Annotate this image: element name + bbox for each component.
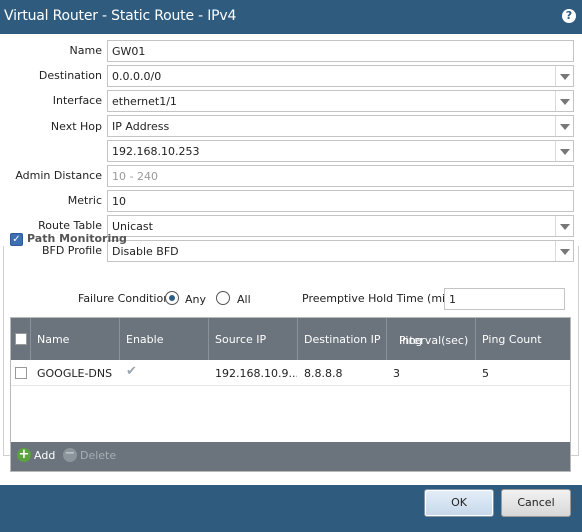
route-table-label: Route Table [38,219,102,232]
dialog-title: Virtual Router - Static Route - IPv4 [4,8,237,24]
failure-condition-label: Failure Condition [78,292,171,305]
chevron-down-icon[interactable] [555,141,573,161]
chevron-down-icon[interactable] [555,66,573,86]
next-hop-type-value: IP Address [112,120,170,133]
add-icon[interactable]: + [17,448,31,462]
row-ping-interval: 3 [393,367,400,380]
help-icon[interactable]: ? [562,9,576,23]
path-monitor-table: Name Enable Source IP Destination IP Pin… [10,317,571,472]
radio-any-label[interactable]: Any [185,293,206,306]
interface-label: Interface [52,94,102,107]
enable-check-icon: ✔ [126,364,137,379]
select-all-checkbox[interactable] [15,333,27,345]
path-monitoring-title: Path Monitoring [27,232,127,245]
row-select-checkbox[interactable] [15,367,27,379]
column-source-ip[interactable]: Source IP [209,318,298,360]
metric-label: Metric [67,194,102,207]
name-field[interactable]: GW01 [107,40,574,62]
delete-button: Delete [80,449,117,462]
add-button[interactable]: Add [34,449,55,462]
next-hop-label: Next Hop [50,120,102,133]
destination-dropdown[interactable]: 0.0.0.0/0 [107,65,574,87]
column-ping-interval[interactable]: Ping Interval(sec) [387,318,476,360]
radio-all[interactable] [216,291,230,305]
preemptive-hold-field[interactable]: 1 [444,288,565,310]
radio-any[interactable] [165,291,179,305]
column-enable[interactable]: Enable [120,318,209,360]
path-monitoring-checkbox[interactable]: ✓ [10,233,23,246]
select-all-column [11,318,31,360]
row-source-ip: 192.168.10.9... [215,367,297,380]
cancel-button[interactable]: Cancel [501,489,571,517]
admin-distance-label: Admin Distance [15,169,102,182]
metric-field[interactable]: 10 [107,190,574,212]
table-header: Name Enable Source IP Destination IP Pin… [11,318,570,360]
preemptive-hold-label: Preemptive Hold Time (min) [302,292,457,305]
table-row[interactable]: GOOGLE-DNS ✔ 192.168.10.9... 8.8.8.8 3 5 [11,360,570,386]
chevron-down-icon[interactable] [555,116,573,136]
next-hop-type-dropdown[interactable]: IP Address [107,115,574,137]
route-table-dropdown[interactable]: Unicast [107,215,574,237]
destination-label: Destination [38,69,102,82]
next-hop-address-value: 192.168.10.253 [112,145,200,158]
column-ping-count[interactable]: Ping Count [476,318,570,360]
destination-value: 0.0.0.0/0 [112,70,162,83]
next-hop-address-dropdown[interactable]: 192.168.10.253 [107,140,574,162]
interface-dropdown[interactable]: ethernet1/1 [107,90,574,112]
delete-icon: − [63,446,77,462]
ok-button[interactable]: OK [424,489,494,517]
column-destination-ip[interactable]: Destination IP [298,318,387,360]
chevron-down-icon[interactable] [555,91,573,111]
row-destination-ip: 8.8.8.8 [304,367,343,380]
dialog-title-bar: Virtual Router - Static Route - IPv4 ? [0,0,582,34]
column-name[interactable]: Name [31,318,120,360]
chevron-down-icon[interactable] [555,216,573,236]
interface-value: ethernet1/1 [112,95,177,108]
ping-interval-header-line2: Interval(sec) [399,334,469,347]
radio-all-label[interactable]: All [237,293,251,306]
row-ping-count: 5 [482,367,489,380]
admin-distance-field[interactable]: 10 - 240 [107,165,574,187]
row-name[interactable]: GOOGLE-DNS [37,367,119,380]
dialog-footer: OK Cancel [0,485,582,532]
name-label: Name [69,44,102,57]
table-footer: + Add − Delete [11,442,570,471]
